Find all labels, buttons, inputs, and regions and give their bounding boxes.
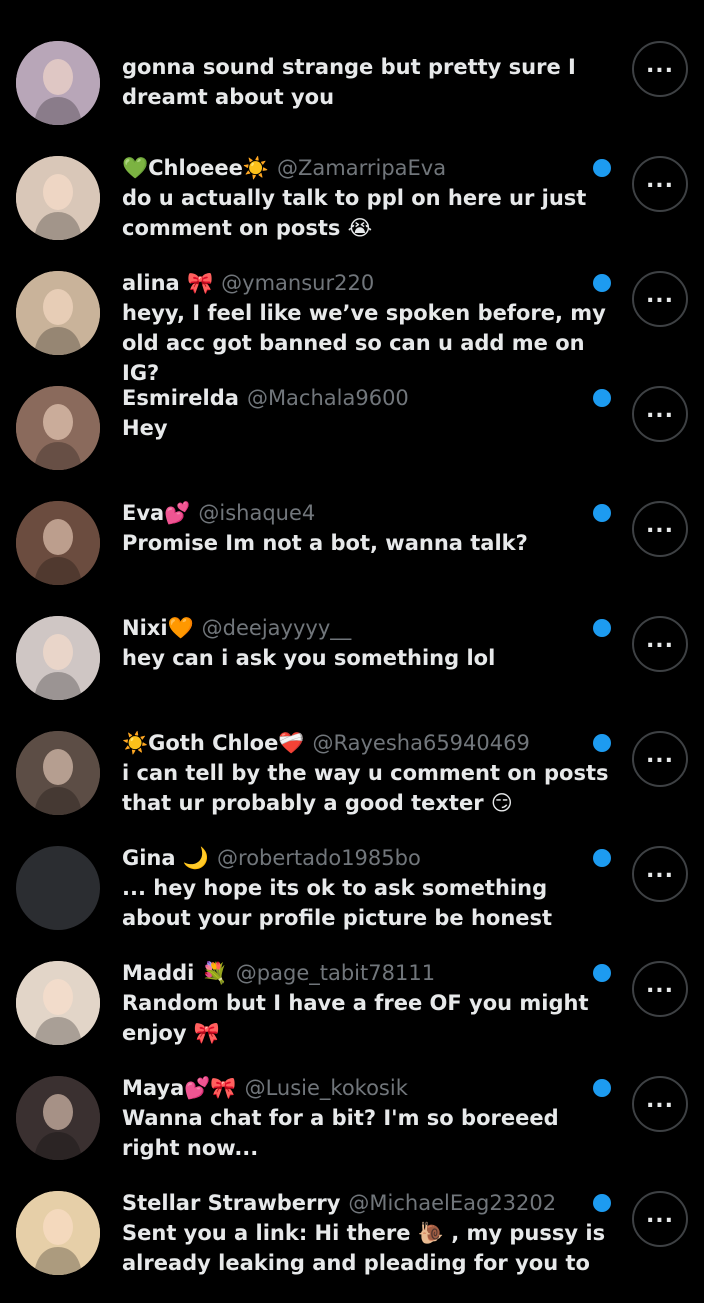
message-preview: hey can i ask you something lol (122, 646, 496, 670)
display-name[interactable]: Maddi 💐 (122, 961, 228, 985)
message-preview: do u actually talk to ppl on here ur jus… (122, 186, 587, 240)
conversation-header: 💚Chloeee☀️ @ZamarripaEva (122, 153, 592, 183)
unread-indicator (593, 1194, 611, 1212)
more-options-button[interactable]: ... (632, 731, 688, 787)
more-options-button[interactable]: ... (632, 1076, 688, 1132)
user-handle: @Lusie_kokosik (244, 1076, 408, 1100)
more-options-button[interactable]: ... (632, 41, 688, 97)
unread-indicator (593, 619, 611, 637)
conversation-header: Gina 🌙 @robertado1985bo (122, 843, 592, 873)
more-horizontal-icon: ... (645, 283, 675, 308)
conversation-header: Maddi 💐 @page_tabit78111 (122, 958, 592, 988)
conversation-row[interactable]: Eva💕 @ishaque4 Promise Im not a bot, wanna… (0, 498, 704, 613)
message-preview: Promise Im not a bot, wanna talk? (122, 531, 528, 555)
avatar[interactable] (16, 1076, 100, 1160)
conversation-row[interactable]: alina 🎀 @ymansur220 heyy, I feel like we’v… (0, 268, 704, 385)
avatar[interactable] (16, 731, 100, 815)
unread-indicator (593, 734, 611, 752)
more-horizontal-icon: ... (645, 398, 675, 423)
conversation-row[interactable]: Maddi 💐 @page_tabit78111 Random but I have… (0, 958, 704, 1073)
avatar[interactable] (16, 616, 100, 700)
unread-indicator (593, 389, 611, 407)
more-options-button[interactable]: ... (632, 846, 688, 902)
unread-indicator (593, 964, 611, 982)
display-name[interactable]: alina 🎀 (122, 271, 213, 295)
display-name[interactable]: Eva💕 (122, 501, 190, 525)
conversation-row[interactable]: Nixi🧡 @deejayyyy__hey can i ask you somet… (0, 613, 704, 728)
avatar[interactable] (16, 846, 100, 930)
avatar[interactable] (16, 961, 100, 1045)
user-handle: @deejayyyy__ (201, 616, 352, 640)
avatar[interactable] (16, 271, 100, 355)
message-preview: gonna sound strange but pretty sure I dr… (122, 55, 576, 109)
conversation-header: alina 🎀 @ymansur220 (122, 268, 592, 298)
user-handle: @page_tabit78111 (235, 961, 436, 985)
conversation-header: Esmirelda @Machala9600 (122, 383, 592, 413)
conversation-row[interactable]: 💚Chloeee☀️ @ZamarripaEva do u actually tal… (0, 153, 704, 268)
display-name[interactable]: Maya💕🎀 (122, 1076, 237, 1100)
conversation-header: ☀️Goth Chloe❤️‍🩹 @Rayesha65940469 (122, 728, 592, 758)
avatar[interactable] (16, 156, 100, 240)
more-options-button[interactable]: ... (632, 961, 688, 1017)
display-name[interactable]: 💚Chloeee☀️ (122, 156, 269, 180)
conversation-row[interactable]: Maya💕🎀 @Lusie_kokosik Wanna chat for a bit… (0, 1073, 704, 1188)
avatar[interactable] (16, 1191, 100, 1275)
user-handle: @ZamarripaEva (277, 156, 447, 180)
display-name[interactable]: Gina 🌙 (122, 846, 209, 870)
more-horizontal-icon: ... (645, 628, 675, 653)
more-horizontal-icon: ... (645, 1088, 675, 1113)
more-options-button[interactable]: ... (632, 156, 688, 212)
unread-indicator (593, 159, 611, 177)
conversation-header: Stellar Strawberry @MichaelEag23202 (122, 1188, 592, 1218)
more-options-button[interactable]: ... (632, 1191, 688, 1247)
message-preview: ... hey hope its ok to ask something abo… (122, 876, 553, 930)
more-horizontal-icon: ... (645, 53, 675, 78)
avatar[interactable] (16, 386, 100, 470)
unread-indicator (593, 1079, 611, 1097)
more-options-button[interactable]: ... (632, 501, 688, 557)
user-handle: @Machala9600 (246, 386, 409, 410)
conversation-row[interactable]: gonna sound strange but pretty sure I dr… (0, 38, 704, 153)
more-horizontal-icon: ... (645, 1203, 675, 1228)
display-name[interactable]: Nixi🧡 (122, 616, 194, 640)
more-horizontal-icon: ... (645, 973, 675, 998)
user-handle: @robertado1985bo (217, 846, 421, 870)
conversation-header: Nixi🧡 @deejayyyy__ (122, 613, 592, 643)
more-horizontal-icon: ... (645, 168, 675, 193)
unread-indicator (593, 504, 611, 522)
conversation-row[interactable]: Esmirelda @Machala9600 Hey... (0, 383, 704, 498)
more-options-button[interactable]: ... (632, 271, 688, 327)
conversation-row[interactable]: Stellar Strawberry @MichaelEag23202 Sent y… (0, 1188, 704, 1303)
conversation-row[interactable]: ☀️Goth Chloe❤️‍🩹 @Rayesha65940469 i can te… (0, 728, 704, 843)
message-preview: Random but I have a free OF you might en… (122, 991, 589, 1045)
user-handle: @ymansur220 (221, 271, 375, 295)
display-name[interactable]: Stellar Strawberry (122, 1191, 340, 1215)
more-options-button[interactable]: ... (632, 616, 688, 672)
more-horizontal-icon: ... (645, 858, 675, 883)
more-horizontal-icon: ... (645, 743, 675, 768)
unread-indicator (593, 274, 611, 292)
user-handle: @Rayesha65940469 (312, 731, 530, 755)
message-preview: i can tell by the way u comment on posts… (122, 761, 609, 815)
message-preview: Hey (122, 416, 168, 440)
more-horizontal-icon: ... (645, 513, 675, 538)
conversation-header: Eva💕 @ishaque4 (122, 498, 592, 528)
user-handle: @MichaelEag23202 (348, 1191, 557, 1215)
display-name[interactable]: Esmirelda (122, 386, 239, 410)
conversation-row[interactable]: Gina 🌙 @robertado1985bo ... hey hope its o… (0, 843, 704, 958)
message-preview: Wanna chat for a bit? I'm so boreeed rig… (122, 1106, 559, 1160)
avatar[interactable] (16, 501, 100, 585)
message-preview: Sent you a link: Hi there 🐌 , my pussy i… (122, 1221, 606, 1275)
conversation-header: Maya💕🎀 @Lusie_kokosik (122, 1073, 592, 1103)
display-name[interactable]: ☀️Goth Chloe❤️‍🩹 (122, 731, 305, 755)
message-preview: heyy, I feel like we’ve spoken before, m… (122, 301, 606, 385)
more-options-button[interactable]: ... (632, 386, 688, 442)
avatar[interactable] (16, 41, 100, 125)
unread-indicator (593, 849, 611, 867)
user-handle: @ishaque4 (198, 501, 316, 525)
